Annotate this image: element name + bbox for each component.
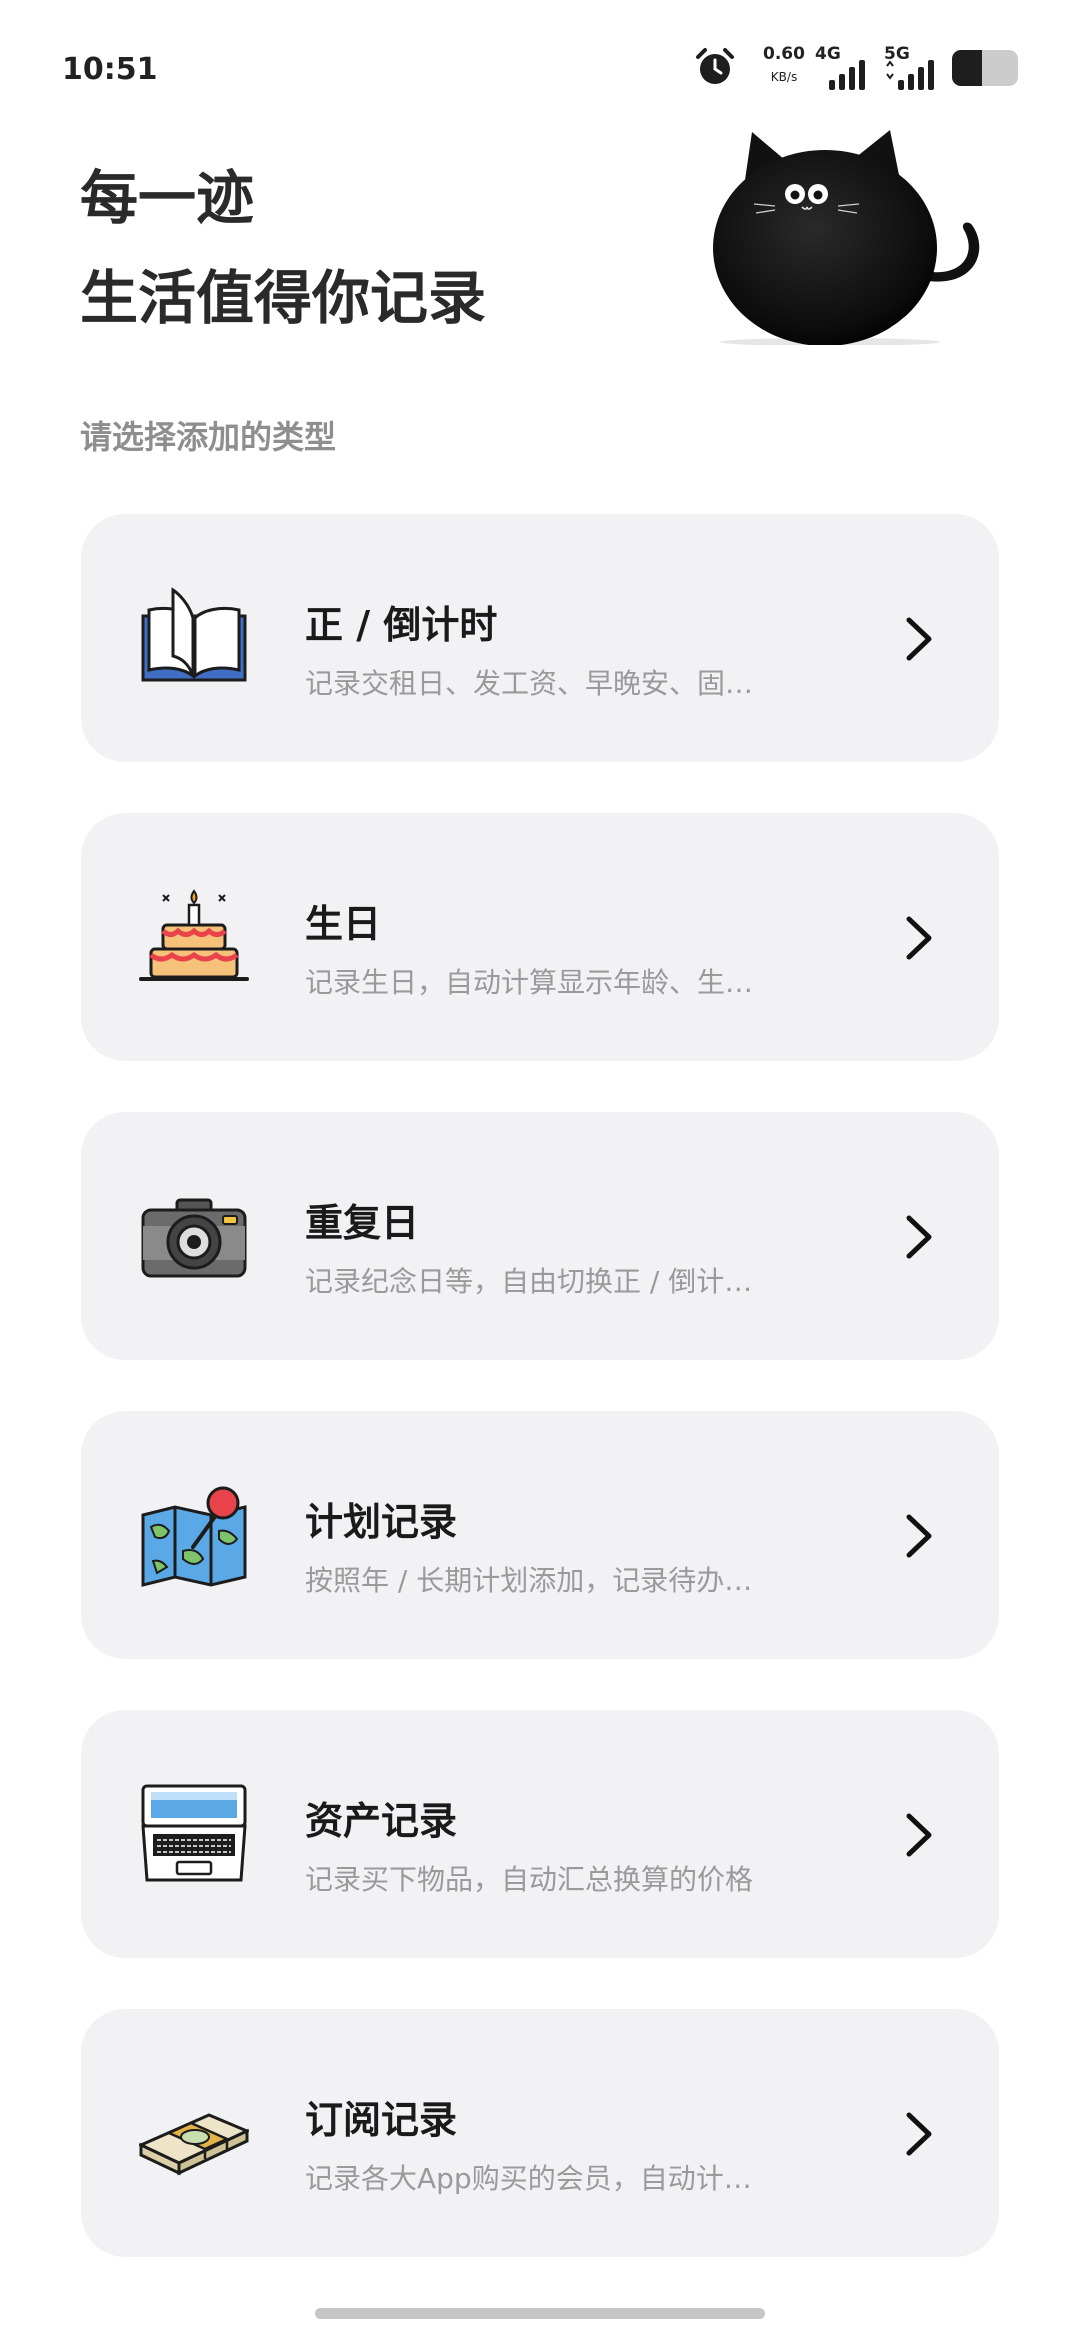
card-description: 记录各大App购买的会员，自动计… (305, 2162, 752, 2195)
status-bar: 10:51 0.60 KB/s 4G 5G (0, 0, 1080, 140)
app-headline: 每一迹 生活值得你记录 (80, 148, 486, 348)
battery-level (952, 50, 982, 86)
chevron-right-icon (906, 2112, 932, 2156)
card-description: 记录交租日、发工资、早晚安、固… (305, 667, 754, 700)
card-plan[interactable]: 计划记录 按照年 / 长期计划添加，记录待办… (81, 1411, 999, 1659)
signal-bars-icon (886, 60, 934, 90)
black-cat-mascot-image (713, 130, 980, 345)
laptop-icon (141, 1784, 247, 1882)
chevron-right-icon (906, 617, 932, 661)
card-title: 计划记录 (305, 1500, 458, 1544)
home-indicator[interactable] (315, 2308, 765, 2319)
signal-bars-icon (829, 60, 865, 90)
alarm-clock-icon (696, 48, 734, 84)
network-speed-value: 0.60 (763, 44, 805, 64)
card-repeat-day[interactable]: 重复日 记录纪念日等，自由切换正 / 倒计… (81, 1112, 999, 1360)
battery-icon (952, 50, 1018, 86)
card-description: 按照年 / 长期计划添加，记录待办… (305, 1564, 753, 1597)
status-time: 10:51 (62, 52, 158, 87)
card-title: 订阅记录 (305, 2098, 458, 2142)
card-subscription[interactable]: 订阅记录 记录各大App购买的会员，自动计… (81, 2009, 999, 2257)
card-description: 记录纪念日等，自由切换正 / 倒计… (305, 1265, 753, 1298)
card-title: 生日 (305, 902, 382, 946)
chevron-right-icon (906, 1813, 932, 1857)
map-pin-icon (141, 1486, 247, 1587)
chevron-right-icon (906, 916, 932, 960)
card-countdown[interactable]: 正 / 倒计时 记录交租日、发工资、早晚安、固… (81, 514, 999, 762)
chevron-right-icon (906, 1215, 932, 1259)
card-assets[interactable]: 资产记录 记录买下物品，自动汇总换算的价格 (81, 1710, 999, 1958)
money-stack-icon (139, 2113, 249, 2176)
headline-line-1: 每一迹 (80, 164, 255, 232)
headline-line-2: 生活值得你记录 (80, 264, 487, 332)
chevron-right-icon (906, 1514, 932, 1558)
camera-icon (141, 1198, 247, 1278)
open-book-icon (141, 587, 247, 682)
card-description: 记录生日，自动计算显示年龄、生… (305, 966, 754, 999)
card-title: 重复日 (305, 1201, 420, 1245)
card-birthday[interactable]: 生日 记录生日，自动计算显示年龄、生… (81, 813, 999, 1061)
card-title: 正 / 倒计时 (305, 603, 498, 647)
card-title: 资产记录 (305, 1799, 458, 1843)
card-description: 记录买下物品，自动汇总换算的价格 (305, 1863, 754, 1896)
network-speed: 0.60 KB/s (758, 44, 810, 84)
network-speed-unit: KB/s (770, 70, 798, 84)
birthday-cake-icon (139, 889, 249, 981)
section-label: 请选择添加的类型 (80, 418, 337, 456)
